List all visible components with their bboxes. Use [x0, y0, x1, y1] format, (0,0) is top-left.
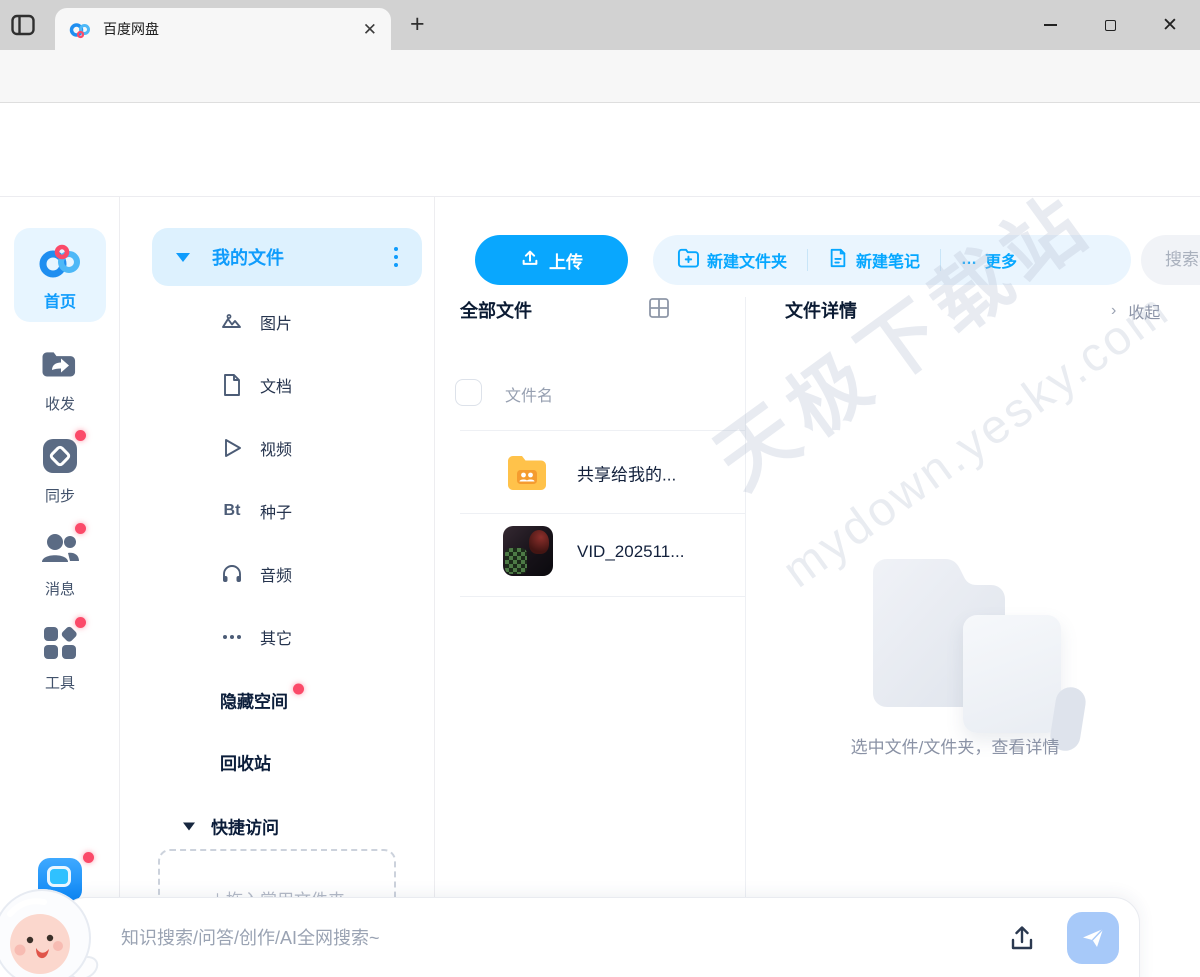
shared-folder-icon[interactable]: [503, 449, 551, 497]
browser-tab[interactable]: 百度网盘 ✕: [55, 8, 391, 50]
empty-state-file-illustration: [963, 615, 1061, 733]
notification-dot: [83, 852, 94, 863]
headphones-icon: [220, 562, 244, 586]
divider: [940, 249, 941, 271]
sidebar-item-hidden-space[interactable]: 隐藏空间: [220, 688, 288, 713]
page-header: SVIP1 创建企业/团队 会员中心 打开客户端: [0, 103, 1200, 197]
sidebar-item-my-files[interactable]: 我的文件: [152, 228, 422, 286]
share-upload-icon[interactable]: [1007, 923, 1037, 953]
file-row-name[interactable]: VID_202511...: [577, 542, 684, 562]
upload-button[interactable]: 上传: [475, 235, 628, 285]
image-icon: [220, 310, 244, 334]
tab-actions-icon[interactable]: [8, 11, 38, 39]
main-content: 上传 新建文件夹 新建笔记 … 更多 全部文件 文件名 共享给我的...: [435, 197, 1200, 977]
more-dots-icon: …: [961, 251, 977, 269]
notification-dot: [75, 617, 86, 628]
rail-label-sync: 同步: [45, 485, 75, 506]
rail-item-home[interactable]: 首页: [14, 228, 106, 322]
netdisk-logo-icon: [38, 238, 82, 282]
tab-close-icon[interactable]: ✕: [363, 21, 377, 38]
chevron-down-icon[interactable]: [183, 822, 195, 830]
sync-icon: [38, 434, 82, 478]
ai-search-input[interactable]: [121, 928, 1007, 949]
rail-label-messages: 消息: [45, 578, 75, 599]
rail-label-home: 首页: [44, 288, 76, 312]
rail-item-tools[interactable]: 工具: [0, 621, 120, 693]
my-files-menu-icon[interactable]: [394, 247, 398, 267]
upload-label: 上传: [549, 248, 583, 273]
tools-grid-icon: [38, 621, 82, 665]
rail-label-tools: 工具: [45, 672, 75, 693]
tab-title: 百度网盘: [103, 19, 159, 39]
left-rail: 首页 收发 同步 消息 工具: [0, 197, 120, 977]
minimize-button[interactable]: [1020, 0, 1080, 50]
more-button[interactable]: … 更多: [961, 248, 1017, 272]
ai-search-bar[interactable]: [60, 897, 1140, 977]
divider: [460, 596, 745, 597]
file-row-name[interactable]: 共享给我的...: [577, 461, 676, 486]
details-panel-title: 文件详情: [785, 297, 857, 323]
play-icon: [220, 436, 244, 460]
notification-dot: [75, 430, 86, 441]
sidebar-item-torrents[interactable]: Bt 种子: [220, 499, 292, 523]
new-folder-icon: [677, 248, 699, 273]
sidebar-item-audio[interactable]: 音频: [220, 562, 292, 586]
paper-plane-icon: [1080, 925, 1106, 951]
grid-view-icon[interactable]: [648, 297, 670, 319]
rail-label-transfer: 收发: [45, 393, 75, 414]
notification-dot: [75, 523, 86, 534]
upload-icon: [520, 248, 540, 273]
window-controls: ✕: [1020, 0, 1200, 50]
sidebar-item-documents[interactable]: 文档: [220, 373, 292, 397]
action-group: 新建文件夹 新建笔记 … 更多: [653, 235, 1131, 285]
new-note-button[interactable]: 新建笔记: [828, 248, 920, 273]
messages-people-icon: [38, 527, 82, 571]
new-folder-button[interactable]: 新建文件夹: [677, 248, 787, 273]
send-button[interactable]: [1067, 912, 1119, 964]
collapse-details-button[interactable]: › 收起: [1111, 299, 1160, 323]
new-note-icon: [828, 248, 848, 273]
select-all-checkbox[interactable]: [455, 379, 482, 406]
files-sidebar: 我的文件 图片 文档 视频 Bt 种子 音频 其它 隐藏空间: [120, 197, 435, 977]
sidebar-item-pictures[interactable]: 图片: [220, 310, 292, 334]
divider: [460, 513, 745, 514]
new-tab-button[interactable]: +: [410, 10, 425, 39]
sidebar-item-recycle-bin[interactable]: 回收站: [220, 750, 271, 775]
sidebar-item-quick-access[interactable]: 快捷访问: [183, 814, 279, 839]
send-receive-icon: [38, 342, 82, 386]
bt-icon: Bt: [220, 499, 244, 523]
video-thumbnail[interactable]: [503, 526, 553, 576]
divider: [460, 430, 745, 431]
divider: [745, 297, 746, 977]
file-list-title: 全部文件: [460, 297, 532, 323]
document-icon: [220, 373, 244, 397]
maximize-button[interactable]: [1080, 0, 1140, 50]
notification-dot: [293, 684, 304, 695]
chevron-right-icon: ›: [1111, 302, 1116, 320]
filename-column-header: 文件名: [505, 382, 553, 406]
search-files-input[interactable]: [1141, 235, 1200, 285]
close-button[interactable]: ✕: [1140, 0, 1200, 50]
sidebar-item-other[interactable]: 其它: [220, 625, 292, 649]
rail-item-messages[interactable]: 消息: [0, 527, 120, 599]
rail-item-sync[interactable]: 同步: [0, 434, 120, 506]
my-files-label: 我的文件: [212, 244, 284, 270]
chevron-down-icon[interactable]: [176, 253, 190, 262]
ellipsis-icon: [220, 625, 244, 649]
sidebar-item-videos[interactable]: 视频: [220, 436, 292, 460]
divider: [807, 249, 808, 271]
details-empty-hint: 选中文件/文件夹，查看详情: [755, 733, 1155, 758]
browser-navbar: https://pan.baidu.com/disk/main?from=hom…: [0, 50, 1200, 103]
baidu-netdisk-favicon: [69, 18, 91, 40]
rail-item-transfer[interactable]: 收发: [0, 342, 120, 414]
assistant-chat-icon[interactable]: [38, 858, 82, 902]
browser-titlebar: 百度网盘 ✕ + ✕: [0, 0, 1200, 50]
